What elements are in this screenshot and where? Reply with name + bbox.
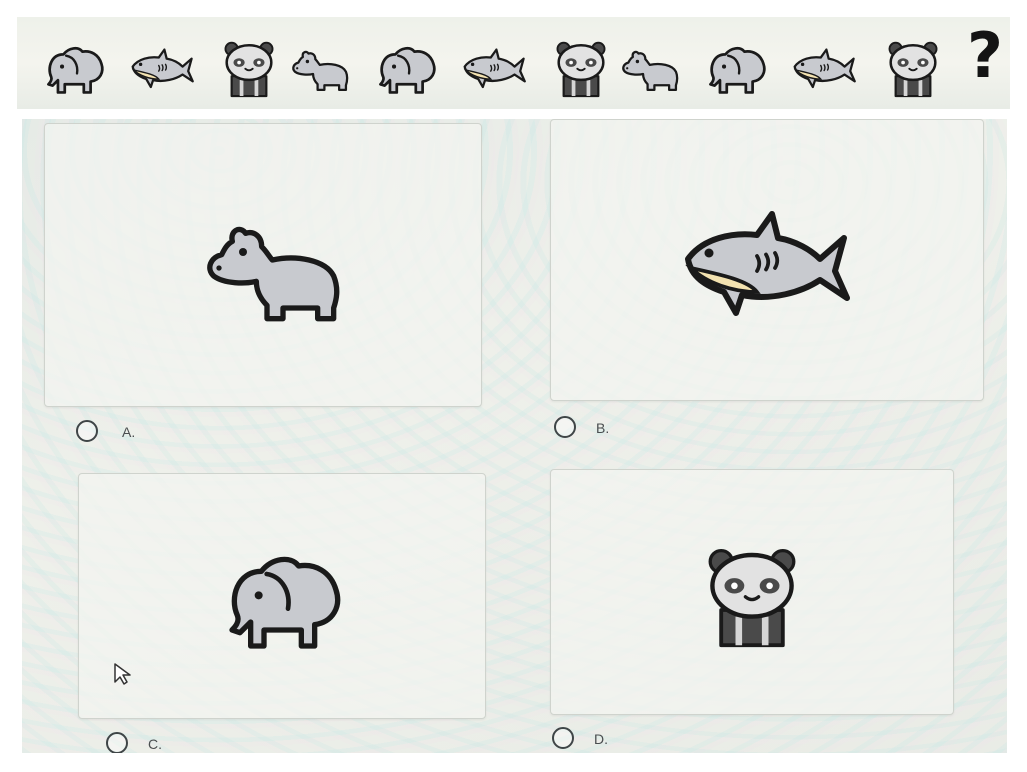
elephant-icon <box>375 39 443 101</box>
elephant-icon <box>215 542 361 662</box>
elephant-icon <box>43 39 111 101</box>
option-a-card[interactable] <box>44 123 482 407</box>
panda-icon <box>547 39 615 101</box>
option-a-label: A. <box>122 424 136 440</box>
shark-icon <box>789 39 857 101</box>
option-c-label: C. <box>148 736 162 752</box>
hippo-icon <box>287 39 355 101</box>
hippo-icon <box>617 39 685 101</box>
shark-icon <box>459 39 527 101</box>
option-b-card[interactable] <box>550 119 984 401</box>
option-d-card[interactable] <box>550 469 954 715</box>
answer-options-area: A. B. C. D. <box>22 119 1007 753</box>
option-b-label: B. <box>596 420 610 436</box>
sequence-strip: ? <box>17 17 1010 109</box>
option-b-radio[interactable] <box>554 416 576 438</box>
option-c-card[interactable] <box>78 473 486 719</box>
shark-icon <box>673 208 853 328</box>
panda-icon <box>215 39 283 101</box>
option-d-label: D. <box>594 731 608 747</box>
option-d-radio[interactable] <box>552 727 574 749</box>
panda-icon <box>879 39 947 101</box>
hippo-icon <box>195 212 355 332</box>
option-c-radio[interactable] <box>106 732 128 753</box>
option-a-radio[interactable] <box>76 420 98 442</box>
mouse-pointer-icon <box>114 663 131 685</box>
elephant-icon <box>705 39 773 101</box>
panda-icon <box>697 544 807 654</box>
question-mark: ? <box>967 19 1003 92</box>
shark-icon <box>127 39 195 101</box>
